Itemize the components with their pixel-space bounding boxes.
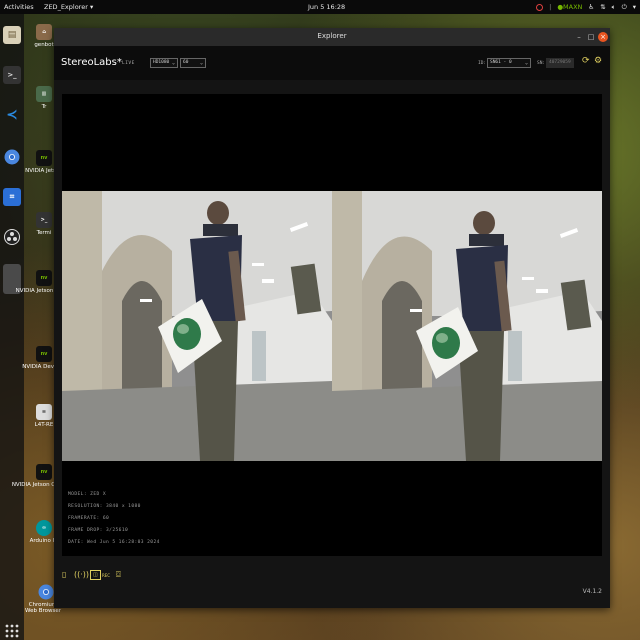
desktop-icon-label: Termi [36, 230, 52, 236]
terminal-icon: >_ [36, 212, 52, 228]
stereo-image [62, 191, 602, 461]
desktop-icon-terminal[interactable]: >_ Termi [32, 212, 56, 236]
nvidia-icon: nv [36, 270, 52, 286]
camera-viewer: MODEL: ZED X RESOLUTION: 3840 x 1080 FRA… [62, 94, 602, 556]
desktop-icon-home[interactable]: ⌂ genbot [32, 24, 56, 48]
accessibility-icon[interactable]: ♿ [588, 3, 594, 11]
fps-select-value: 60 [183, 60, 189, 65]
camera-id-select[interactable]: SN61 - 0 ⌄ [487, 58, 531, 68]
file-icon[interactable]: ▯ [62, 570, 66, 579]
divider: | [549, 3, 552, 11]
gear-icon[interactable]: ⚙ [594, 56, 602, 66]
dock-vscode-icon[interactable]: ≺ [3, 106, 21, 124]
window-title: Explorer [317, 32, 347, 40]
arduino-icon: ∞ [36, 520, 52, 536]
brand-logo: StereoLabs* [61, 57, 122, 68]
explorer-toolbar: StereoLabs* LIVE HD1080 ⌄ 60 ⌄ ID: SN61 - … [54, 46, 610, 80]
activities-button[interactable]: Activities [4, 3, 34, 11]
document-icon: ≡ [36, 404, 52, 420]
maximize-icon[interactable]: □ [586, 32, 596, 42]
close-icon[interactable]: × [598, 32, 608, 42]
chevron-down-icon: ⌄ [199, 60, 203, 66]
desktop-icon-jetson-forum[interactable]: nv NVIDIA Jetson S Foru [16, 270, 72, 294]
trash-icon: ▥ [36, 86, 52, 102]
desktop-icon-nvidia-jetson[interactable]: nv NVIDIA Jetson [25, 150, 63, 174]
info-framerate: FRAMERATE: 60 [68, 516, 110, 521]
nvidia-icon: nv [36, 150, 52, 166]
live-label: LIVE [122, 61, 135, 66]
desktop-icon-label: Tr [41, 104, 47, 110]
camera-id-select-value: SN61 - 0 [490, 60, 512, 65]
minimize-icon[interactable]: – [574, 32, 584, 42]
system-tray[interactable]: | ●MAXN ♿ ⇅ 🔈︎ ⏻ ▾ [536, 3, 636, 12]
sn-label: SN: [537, 61, 546, 66]
top-panel: Activities ZED_Explorer ▾ Jun 5 16:28 | … [0, 0, 640, 14]
id-label: ID: [478, 61, 487, 66]
info-model: MODEL: ZED X [68, 492, 106, 497]
desktop-icon-trash[interactable]: ▥ Tr [32, 86, 56, 110]
info-date: DATE: Wed Jun 5 16:28:03 2024 [68, 540, 160, 545]
rec-label: REC [102, 573, 111, 578]
record-indicator-icon[interactable] [536, 3, 544, 11]
left-camera-view [62, 191, 332, 461]
volume-icon[interactable]: 🔈︎ [612, 3, 616, 12]
right-camera-view [332, 191, 602, 461]
home-folder-icon: ⌂ [36, 24, 52, 40]
video-record-icon[interactable]: REC [102, 573, 110, 578]
dock-screenshot-icon[interactable]: ⌗ [3, 188, 21, 206]
power-icon[interactable]: ⏻ [622, 3, 627, 12]
dock: ▤ >_ ≺ ⌗ [0, 14, 24, 640]
chevron-down-icon: ⌄ [524, 60, 528, 66]
explorer-window: Explorer – □ × StereoLabs* LIVE HD1080 ⌄ … [54, 28, 610, 608]
nvidia-icon: nv [36, 464, 52, 480]
zed-camera-icon[interactable]: ◫ [90, 570, 101, 580]
desktop-icon-arduino[interactable]: ∞ Arduino ID [30, 520, 58, 544]
desktop-icon-label: genbot [34, 42, 54, 48]
desktop-icon-label: L4T-RE [34, 422, 54, 428]
desktop-icon-nvidia-developer[interactable]: nv NVIDIA Develop [22, 346, 66, 370]
chromium-icon [38, 584, 54, 600]
show-apps-icon[interactable] [3, 622, 21, 640]
snapshot-icon[interactable]: ⌼ [116, 570, 121, 580]
nvidia-icon: nv [36, 346, 52, 362]
power-mode-indicator[interactable]: ●MAXN [557, 3, 582, 11]
info-frame-drop: FRAME DROP: 3/25610 [68, 528, 129, 533]
explorer-bottom-bar: ▯ ((·)) ◫ REC ⌼ V4.1.2 [54, 556, 610, 608]
dock-terminal-icon[interactable]: >_ [3, 66, 21, 84]
app-menu[interactable]: ZED_Explorer ▾ [44, 3, 93, 11]
dock-obs-icon[interactable] [3, 228, 21, 246]
clock[interactable]: Jun 5 16:28 [308, 3, 345, 11]
window-titlebar[interactable]: Explorer – □ × [54, 28, 610, 46]
refresh-icon[interactable]: ⟳ [582, 56, 590, 66]
chevron-down-icon[interactable]: ▾ [633, 3, 636, 11]
serial-number-field: 40729059 [546, 58, 574, 68]
network-icon[interactable]: ⇅ [600, 3, 605, 11]
info-resolution: RESOLUTION: 3840 x 1080 [68, 504, 141, 509]
fps-select[interactable]: 60 ⌄ [180, 58, 206, 68]
desktop-icon-jetson-community[interactable]: nv NVIDIA Jetson Commun [12, 464, 76, 488]
resolution-select-value: HD1080 [153, 60, 170, 65]
version-label: V4.1.2 [582, 588, 602, 595]
desktop-icon-l4t[interactable]: ≡ L4T-RE [32, 404, 56, 428]
dock-chromium-icon[interactable] [3, 148, 21, 166]
resolution-select[interactable]: HD1080 ⌄ [150, 58, 178, 68]
broadcast-icon[interactable]: ((·)) [74, 570, 89, 579]
dock-files-icon[interactable]: ▤ [3, 26, 21, 44]
chevron-down-icon: ⌄ [171, 60, 175, 66]
